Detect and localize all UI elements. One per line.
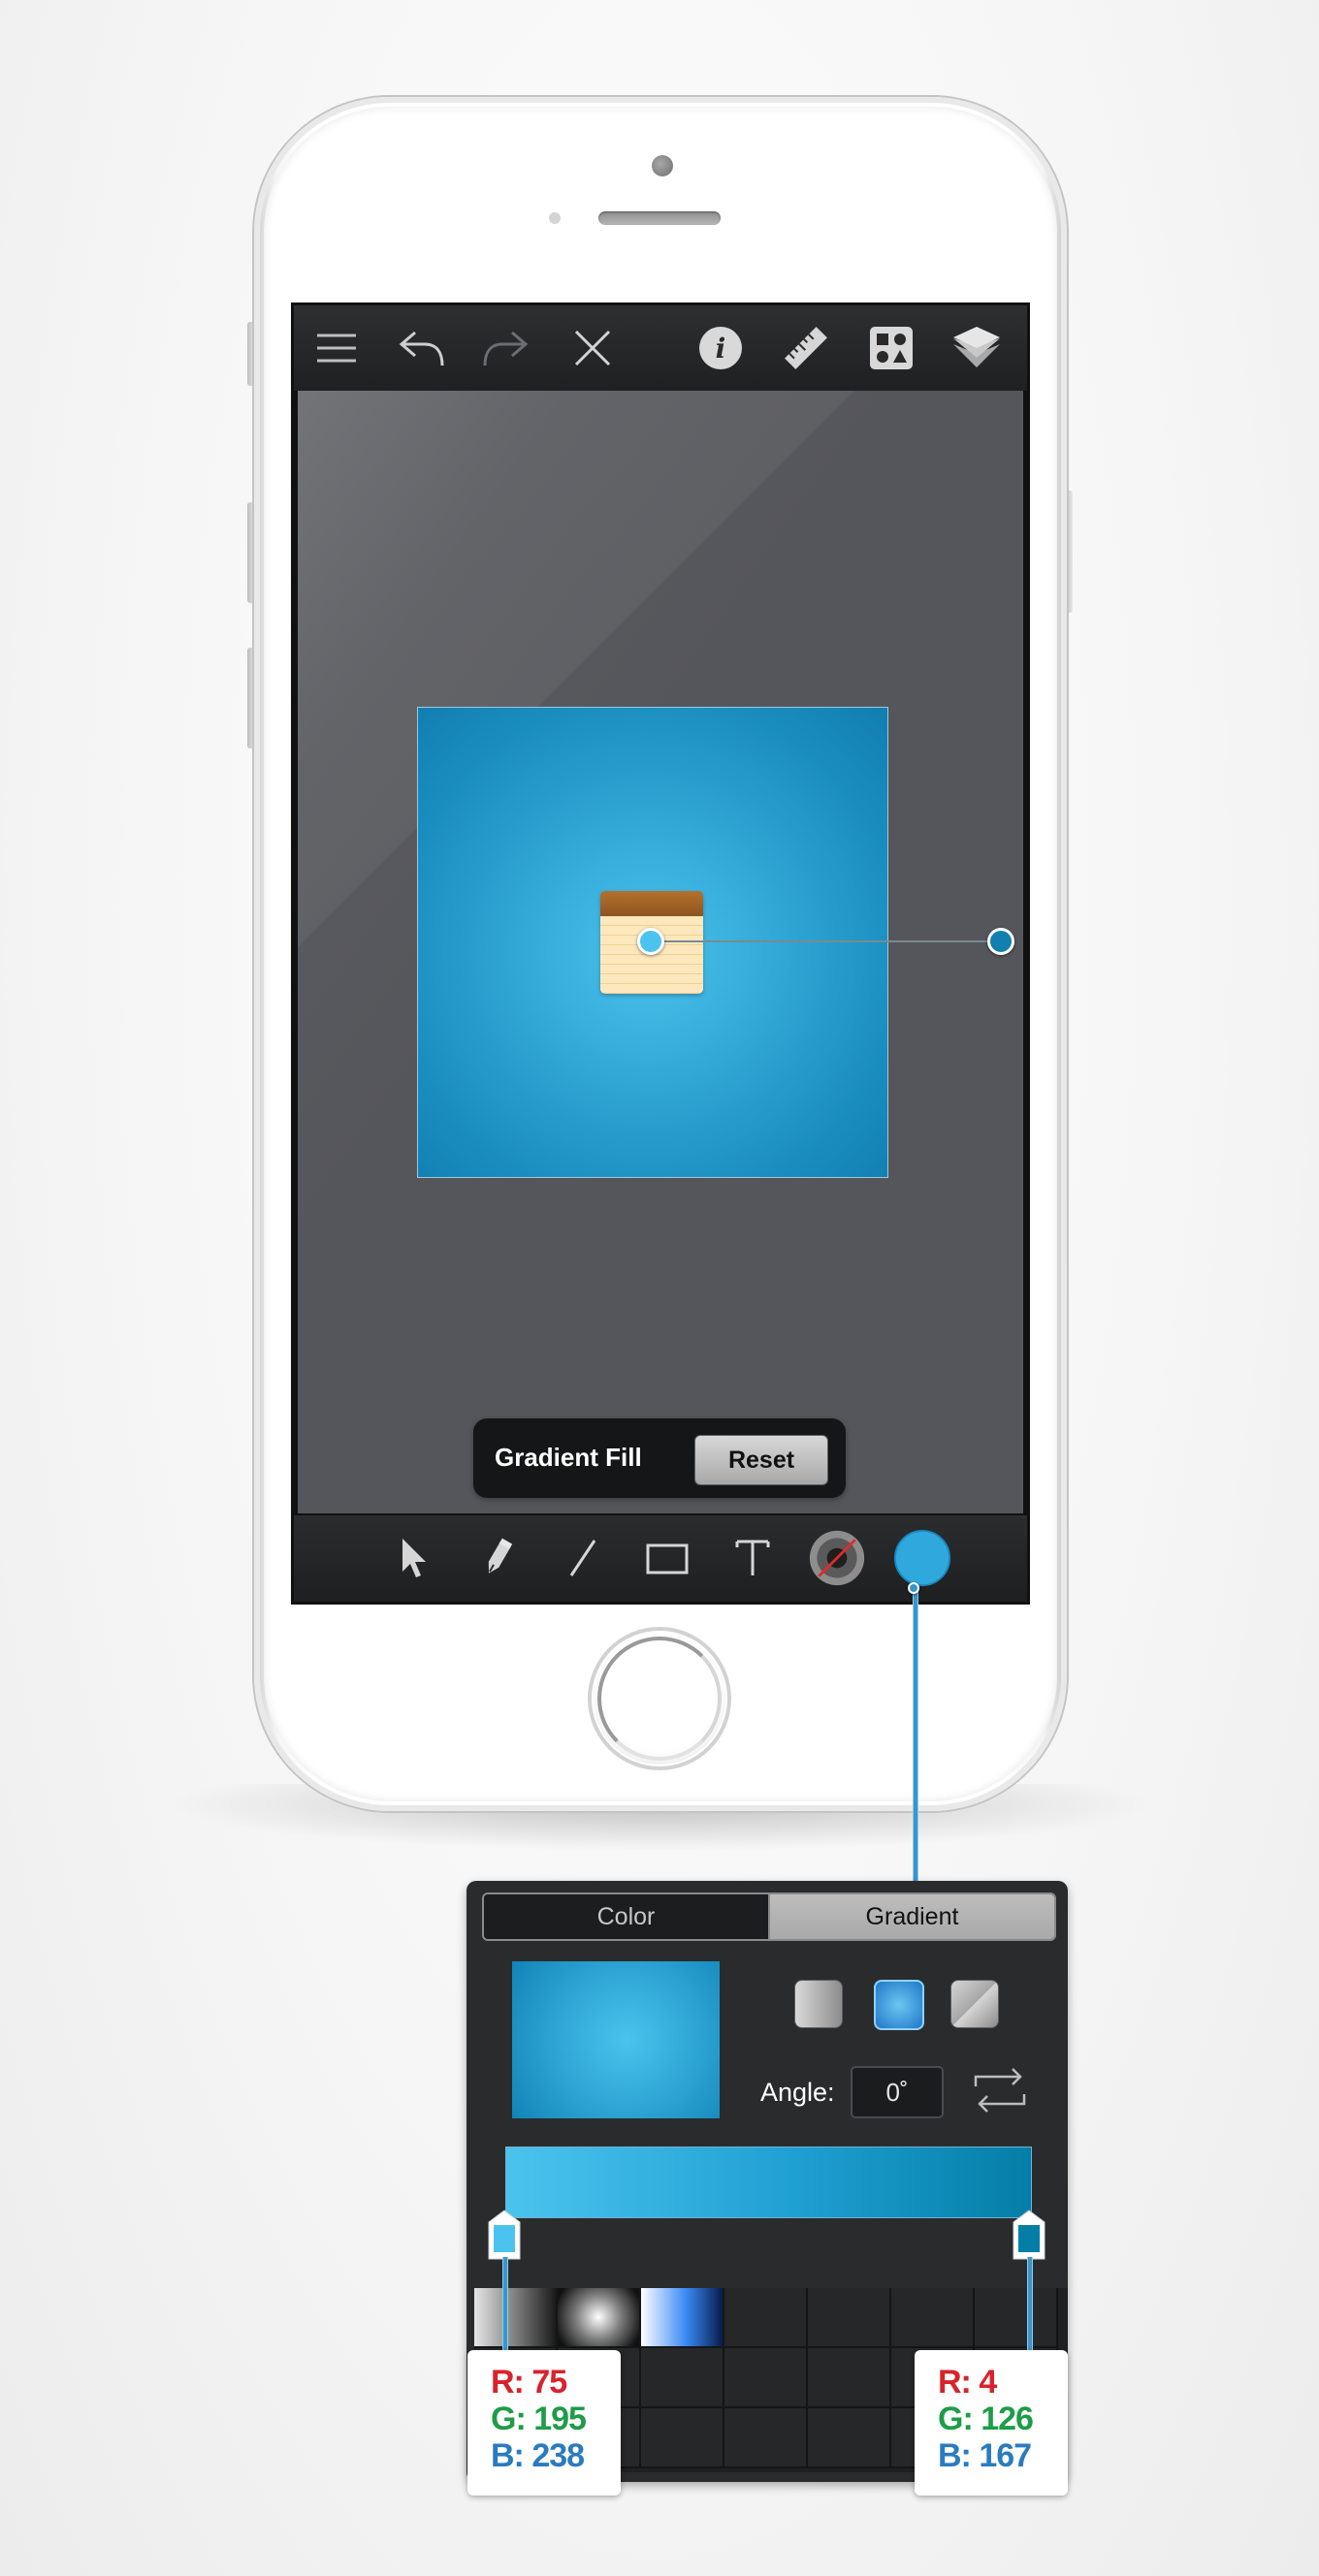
preset-empty[interactable] [808, 2288, 891, 2348]
redo-icon[interactable] [476, 319, 534, 377]
right-stop-callout-line [1027, 2257, 1033, 2354]
preset-empty[interactable] [808, 2348, 891, 2408]
rectangle-icon[interactable] [638, 1529, 696, 1587]
gradient-preview [512, 1961, 720, 2118]
line-icon[interactable] [554, 1529, 612, 1587]
menu-icon[interactable] [307, 319, 366, 377]
swap-gradient-icon[interactable] [972, 2065, 1028, 2115]
preset-empty[interactable] [641, 2348, 724, 2408]
gradient-stop-left[interactable] [487, 2209, 522, 2261]
preset-empty[interactable] [724, 2348, 808, 2408]
gradient-bar[interactable] [505, 2147, 1032, 2218]
gradient-center-handle[interactable] [637, 928, 664, 955]
left-stop-callout-line [502, 2257, 508, 2354]
gradient-direction-line [652, 940, 1001, 942]
left-stop-blue-value: B: 238 [491, 2437, 585, 2474]
top-toolbar: i [294, 305, 1027, 391]
preset-empty[interactable] [724, 2408, 808, 2468]
gradient-stop-right[interactable] [1012, 2209, 1046, 2261]
left-stop-rgb-card: R: 75 G: 195 B: 238 [467, 2350, 621, 2496]
stroke-color-icon[interactable] [808, 1529, 866, 1587]
left-stop-green-value: G: 195 [491, 2401, 587, 2437]
linear-gradient-icon[interactable] [794, 1980, 843, 2028]
tab-color[interactable]: Color [484, 1894, 770, 1939]
shapes-icon[interactable] [862, 319, 920, 377]
angular-gradient-icon[interactable] [950, 1980, 999, 2028]
preset-empty[interactable] [724, 2288, 808, 2348]
layers-icon[interactable] [948, 319, 1006, 377]
pen-icon[interactable] [468, 1529, 527, 1587]
gradient-end-handle[interactable] [987, 928, 1014, 955]
right-stop-green-value: G: 126 [938, 2401, 1034, 2437]
home-button[interactable] [592, 1631, 727, 1766]
preset-gray-gradient[interactable] [474, 2288, 558, 2348]
preset-empty[interactable] [808, 2408, 891, 2468]
right-stop-rgb-card: R: 4 G: 126 B: 167 [915, 2350, 1068, 2496]
tab-gradient[interactable]: Gradient [770, 1894, 1054, 1939]
angle-label: Angle: [760, 2078, 835, 2107]
reset-button[interactable]: Reset [694, 1435, 828, 1485]
preset-empty[interactable] [891, 2288, 975, 2348]
preset-empty[interactable] [641, 2408, 724, 2468]
fill-callout-dot [908, 1582, 919, 1594]
preset-radial-white[interactable] [558, 2288, 641, 2348]
undo-icon[interactable] [393, 319, 451, 377]
proximity-sensor [549, 212, 561, 224]
right-stop-red-value: R: 4 [938, 2364, 997, 2401]
front-camera [652, 155, 673, 176]
color-gradient-segmented-control: Color Gradient [482, 1892, 1056, 1941]
right-stop-blue-value: B: 167 [938, 2437, 1032, 2474]
preset-empty[interactable] [975, 2288, 1058, 2348]
radial-gradient-icon[interactable] [874, 1980, 924, 2030]
ruler-icon[interactable] [777, 319, 835, 377]
text-icon[interactable] [724, 1529, 782, 1587]
select-arrow-icon[interactable] [384, 1529, 442, 1587]
svg-text:i: i [716, 333, 726, 365]
preset-blue-gradient[interactable] [641, 2288, 724, 2348]
fill-callout-line [913, 1588, 918, 1881]
close-icon[interactable] [563, 319, 622, 377]
left-stop-red-value: R: 75 [491, 2364, 567, 2401]
fill-color-icon[interactable] [893, 1529, 951, 1587]
earpiece-speaker [598, 211, 721, 225]
angle-input[interactable]: 0˚ [851, 2066, 944, 2118]
info-icon[interactable]: i [692, 319, 750, 377]
gradient-fill-label: Gradient Fill [495, 1443, 642, 1472]
